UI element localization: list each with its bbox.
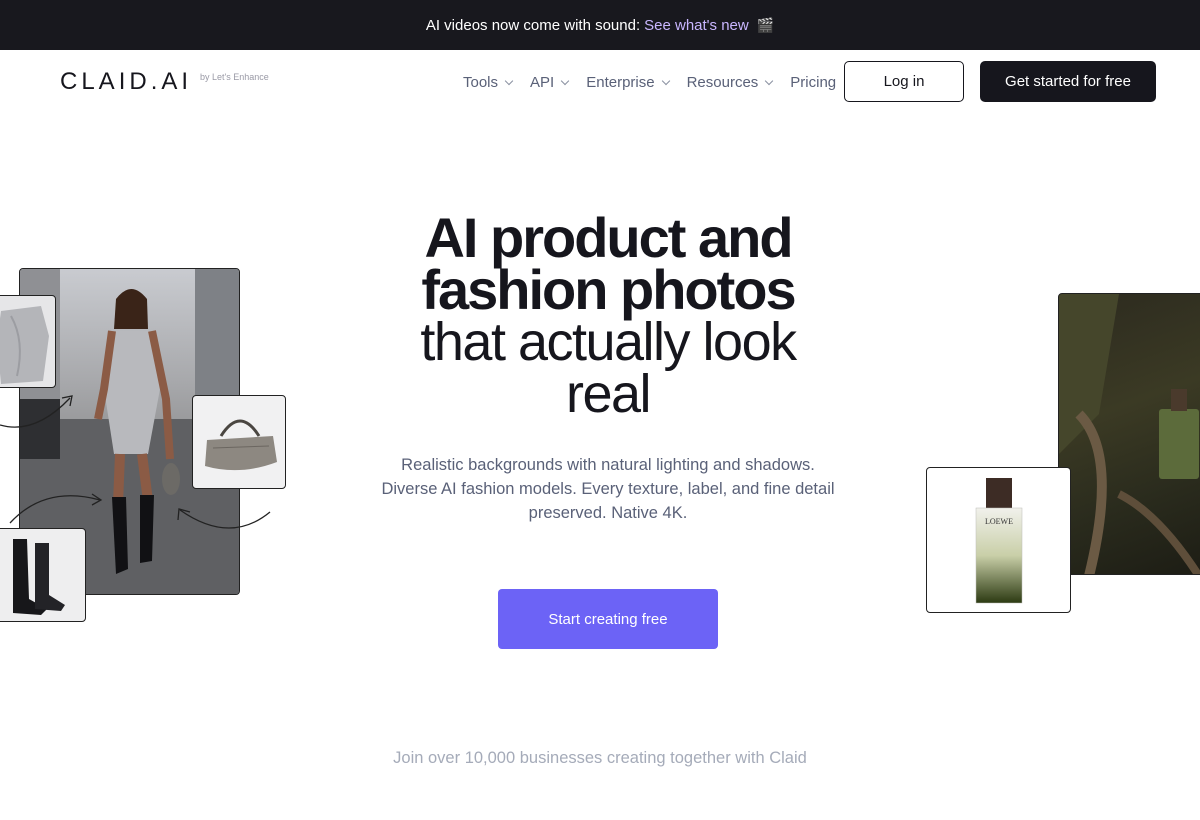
chevron-down-icon bbox=[765, 76, 774, 85]
nav-item-label: Tools bbox=[463, 73, 499, 91]
forest-perfume-photo bbox=[1058, 293, 1200, 575]
arrow-icon bbox=[0, 397, 71, 428]
hero-line-1: AI product and bbox=[424, 206, 793, 269]
arrow-icon bbox=[9, 495, 101, 524]
perfume-bottle-photo: LOEWE bbox=[926, 467, 1071, 613]
hero-line-3: that actually look bbox=[420, 312, 797, 372]
nav-item-label: Pricing bbox=[790, 73, 837, 91]
announcement-text: AI videos now come with sound: bbox=[425, 16, 641, 34]
hero-line-2: fashion photos bbox=[421, 258, 796, 321]
hero-line-4: real bbox=[565, 364, 652, 424]
nav-item-label: API bbox=[530, 73, 555, 91]
chevron-down-icon bbox=[661, 76, 670, 85]
draped-top-photo bbox=[0, 295, 56, 388]
clapper-icon: 🎬 bbox=[756, 16, 775, 33]
nav-item-tools[interactable]: Tools bbox=[463, 73, 514, 91]
chevron-down-icon bbox=[504, 76, 514, 85]
login-button[interactable]: Log in bbox=[844, 61, 964, 102]
forest-illustration bbox=[1059, 294, 1200, 574]
perfume-label: LOEWE bbox=[985, 517, 1013, 526]
hero-subtitle: Realistic backgrounds with natural light… bbox=[381, 456, 835, 522]
start-creating-button[interactable]: Start creating free bbox=[498, 589, 718, 649]
whats-new-link[interactable]: See what's new bbox=[644, 17, 749, 34]
logo-wordmark: CLAID.AI bbox=[60, 68, 193, 95]
nav-item-label: Resources bbox=[686, 73, 759, 91]
logo[interactable]: CLAID.AI by Let's Enhance bbox=[60, 68, 269, 96]
social-proof-text: Join over 10,000 businesses creating tog… bbox=[393, 749, 807, 767]
arrow-icon bbox=[179, 509, 271, 529]
perfume-illustration: LOEWE bbox=[975, 478, 1023, 604]
nav-item-api[interactable]: API bbox=[530, 73, 570, 91]
flow-arrows bbox=[0, 395, 271, 529]
nav-item-enterprise[interactable]: Enterprise bbox=[586, 73, 670, 91]
get-started-button[interactable]: Get started for free bbox=[980, 61, 1156, 102]
top-garment-illustration bbox=[0, 306, 49, 384]
chevron-down-icon bbox=[560, 76, 570, 85]
announcement-bar: AI videos now come with sound: See what'… bbox=[0, 0, 1200, 50]
top-nav: CLAID.AI by Let's Enhance Tools API Ente… bbox=[0, 50, 1200, 114]
nav-item-label: Enterprise bbox=[586, 73, 655, 91]
hero-heading: AI product and fashion photos that actua… bbox=[360, 206, 856, 424]
nav-item-pricing[interactable]: Pricing bbox=[790, 74, 836, 91]
nav-menu: Tools API Enterprise Resources Pricing bbox=[463, 50, 836, 114]
logo-byline: by Let's Enhance bbox=[200, 72, 269, 82]
nav-item-resources[interactable]: Resources bbox=[686, 73, 774, 91]
